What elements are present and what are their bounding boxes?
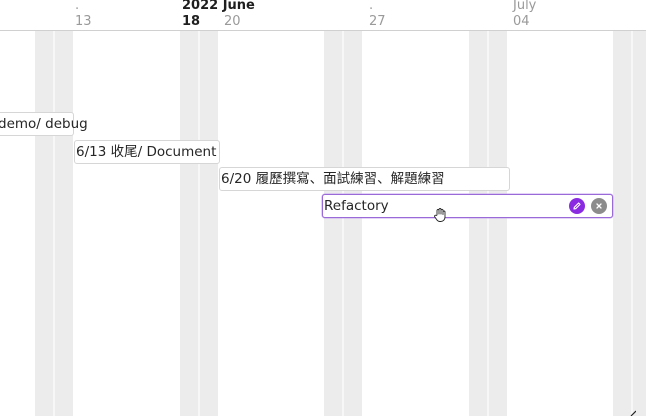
header-day-label: 13 [75,14,92,29]
header-month-marker: . [75,0,80,13]
timeline-item-label: demo/ debug [0,116,88,132]
header-month-marker: . [369,0,374,13]
header-month-label: 2022 June [182,0,255,13]
weekend-column [489,31,507,416]
weekend-column [35,31,53,416]
weekend-column [633,31,646,416]
remove-item-button[interactable] [591,198,607,214]
weekend-column [55,31,73,416]
timeline-item[interactable]: 6/20 履歷撰寫、面試練習、解題練習 [219,167,510,191]
pencil-icon [573,202,581,210]
timeline-item[interactable]: 6/13 收尾/ Document [74,140,220,164]
weekend-column [613,31,631,416]
resize-corner-icon [630,410,636,416]
weekend-column [469,31,487,416]
header-month-label: July [513,0,537,13]
close-icon [596,203,602,209]
header-divider [0,30,646,31]
edit-item-button[interactable] [569,198,585,214]
header-day-label: 04 [513,14,530,29]
header-day-label: 27 [369,14,386,29]
header-day-label: 18 [182,14,201,29]
timeline-canvas[interactable]: . 2022 June . July 13 18 20 27 04 demo/ … [0,0,646,416]
timeline-item-label: 6/13 收尾/ Document [76,144,217,160]
timeline-item-label: Refactory [324,198,389,214]
weekend-column [200,31,218,416]
timeline-header: . 2022 June . July 13 18 20 27 04 [0,0,646,30]
weekend-column [324,31,342,416]
weekend-column [344,31,362,416]
timeline-item[interactable]: demo/ debug [0,112,88,136]
weekend-column [180,31,198,416]
timeline-item-label: 6/20 履歷撰寫、面試練習、解題練習 [221,171,445,187]
header-day-label: 20 [224,14,241,29]
timeline-item-selected[interactable]: Refactory [322,194,613,218]
